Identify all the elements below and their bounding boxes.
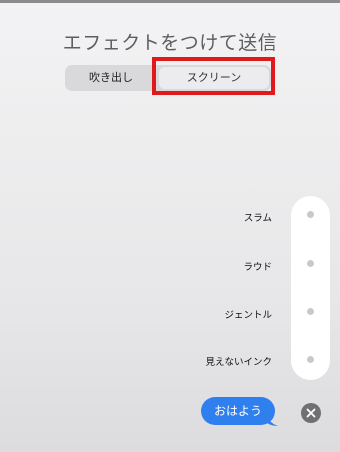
effect-label-loud[interactable]: ラウド <box>243 259 272 273</box>
tab-bubble[interactable]: 吹き出し <box>65 65 157 91</box>
effect-label-gentle[interactable]: ジェントル <box>224 307 272 321</box>
effect-label-slam[interactable]: スラム <box>244 210 272 224</box>
highlight-box <box>152 57 275 95</box>
effect-dot-gentle[interactable] <box>307 308 314 315</box>
effect-dot-loud[interactable] <box>307 260 314 267</box>
effect-label-invisible-ink[interactable]: 見えないインク <box>205 354 272 368</box>
close-button[interactable] <box>301 403 321 423</box>
top-bar <box>0 0 340 3</box>
effect-dot-invisible-ink[interactable] <box>307 356 314 363</box>
effect-selector-track <box>291 196 330 380</box>
effect-dot-slam[interactable] <box>307 211 314 218</box>
close-icon <box>306 408 316 418</box>
page-title: エフェクトをつけて送信 <box>62 32 278 54</box>
message-bubble: おはよう <box>201 397 275 425</box>
bubble-tail <box>266 414 278 426</box>
